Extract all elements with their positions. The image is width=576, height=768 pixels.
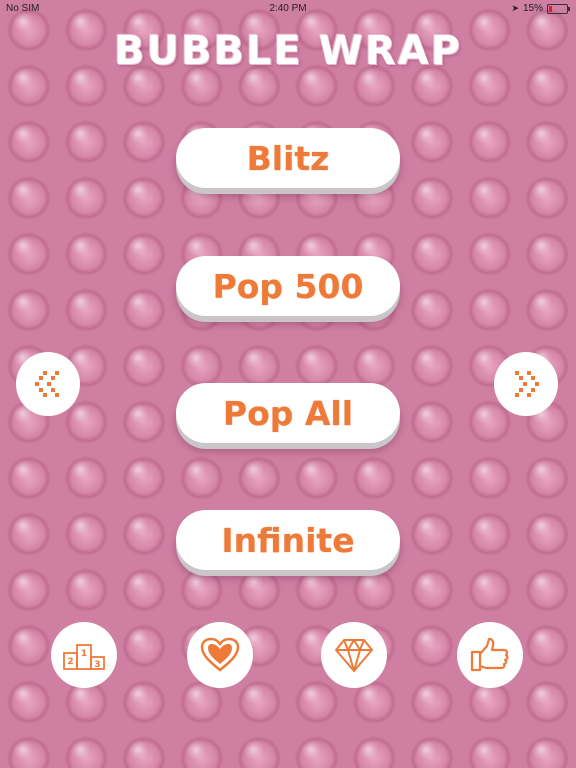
battery-percent: 15% (522, 3, 543, 14)
battery-icon (547, 3, 570, 14)
like-button[interactable] (187, 622, 253, 688)
podium-third-label: 3 (94, 660, 100, 670)
clock: 2:40 PM (269, 3, 307, 14)
chevron-left-icon (33, 369, 63, 399)
previous-page-button[interactable] (16, 352, 80, 416)
pop-all-button[interactable]: Pop All (176, 383, 400, 443)
leaderboard-button[interactable]: 2 1 3 (51, 622, 117, 688)
blitz-button[interactable]: Blitz (176, 128, 400, 188)
next-page-button[interactable] (494, 352, 558, 416)
status-right: ➤ 15% (511, 3, 570, 14)
podium-second-label: 2 (67, 657, 73, 667)
status-bar: No SIM 2:40 PM ➤ 15% (0, 0, 576, 18)
chevron-right-icon (511, 369, 541, 399)
diamond-icon (334, 637, 374, 673)
podium-first-label: 1 (81, 649, 87, 659)
podium-icon: 2 1 3 (62, 639, 106, 671)
game-title: BUBBLE WRAP (114, 28, 462, 74)
store-button[interactable] (321, 622, 387, 688)
location-icon: ➤ (511, 3, 519, 13)
rate-button[interactable] (457, 622, 523, 688)
thumbs-up-icon (470, 637, 510, 673)
pop-500-button[interactable]: Pop 500 (176, 256, 400, 316)
infinite-button[interactable]: Infinite (176, 510, 400, 570)
heart-icon (200, 637, 240, 673)
